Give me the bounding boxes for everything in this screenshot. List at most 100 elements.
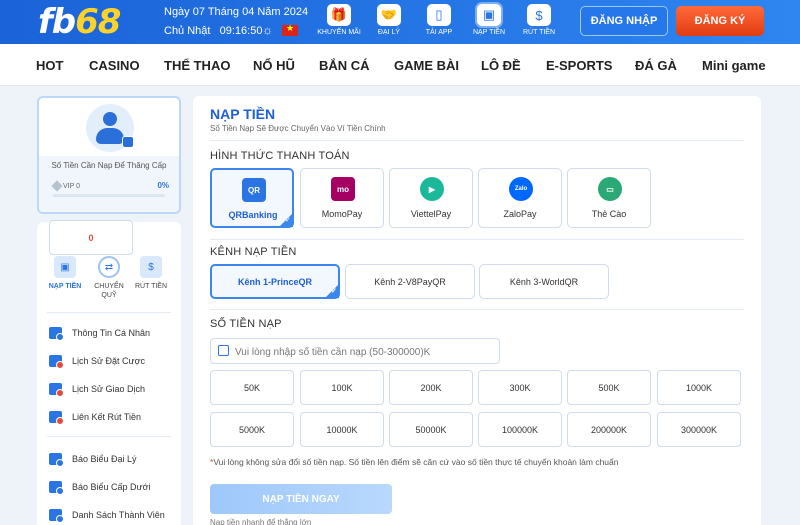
amount-option-300k[interactable]: 300K xyxy=(478,370,562,405)
sidebar-item-agent-report[interactable]: Báo Biểu Đại Lý xyxy=(49,453,137,467)
nav-item-card-games[interactable]: GAME BÀI xyxy=(394,58,459,73)
edit-avatar-icon[interactable] xyxy=(122,136,134,148)
sidebar-item-bet-history[interactable]: Lịch Sử Đặt Cược xyxy=(49,355,145,369)
deposit-note: *Vui lòng không sửa đổi số tiền nạp. Số … xyxy=(210,457,618,467)
bet-history-icon xyxy=(49,355,64,369)
sidebar-action-transfer[interactable]: ⇄ CHUYỂN QUỸ xyxy=(89,256,129,300)
sun-icon: ☼ xyxy=(262,23,273,37)
channel-label: Kênh 3-WorldQR xyxy=(509,276,579,287)
payment-method-momopay[interactable]: mo MomoPay xyxy=(300,168,384,228)
amount-option-10000k[interactable]: 10000K xyxy=(300,412,384,447)
upgrade-requirement-text: Số Tiền Cần Nạp Để Thăng Cấp xyxy=(51,161,167,170)
sidebar-item-member-list[interactable]: Danh Sách Thành Viên xyxy=(49,509,165,523)
sidebar-item-profile[interactable]: Thông Tin Cá Nhân xyxy=(49,327,150,341)
selected-check-icon xyxy=(279,213,293,227)
channel-1-button[interactable]: Kênh 1-PrinceQR xyxy=(210,264,340,299)
sidebar-item-label: Lịch Sử Đặt Cược xyxy=(72,356,145,366)
quicklink-promotions[interactable]: 🎁 KHUYẾN MÃI xyxy=(314,4,364,36)
amount-option-200000k[interactable]: 200000K xyxy=(567,412,651,447)
bank-link-icon xyxy=(49,411,64,425)
vip-progress-percent: 0% xyxy=(157,181,169,190)
quicklink-download-app[interactable]: ▯ TẢI APP xyxy=(414,4,464,36)
money-icon xyxy=(218,345,229,356)
sidebar-item-label: Danh Sách Thành Viên xyxy=(72,510,165,520)
channel-3-button[interactable]: Kênh 3-WorldQR xyxy=(479,264,609,299)
amount-input-wrapper xyxy=(210,338,500,364)
section-divider xyxy=(210,309,744,310)
transaction-history-icon xyxy=(49,383,64,397)
quicklink-deposit[interactable]: ▣ NẠP TIỀN xyxy=(464,4,514,36)
quicklink-label: ĐẠI LÝ xyxy=(377,29,401,36)
amount-option-5000k[interactable]: 5000K xyxy=(210,412,294,447)
payment-method-label: ZaloPay xyxy=(503,209,537,219)
payment-method-label: ViettelPay xyxy=(410,209,452,219)
amount-option-50000k[interactable]: 50000K xyxy=(389,412,473,447)
account-sidebar: 0 ↻ ▣ NẠP TIỀN ⇄ CHUYỂN QUỸ $ RÚT TIỀN T… xyxy=(37,220,181,525)
momo-logo-icon: mo xyxy=(331,177,355,201)
nav-item-slots[interactable]: NỔ HŨ xyxy=(253,58,295,73)
balance-amount: 0 xyxy=(49,220,133,255)
channel-heading: KÊNH NẠP TIỀN xyxy=(210,246,297,258)
vietnam-flag-icon[interactable] xyxy=(282,23,298,36)
vip-label: VIP 0 xyxy=(63,182,80,190)
wallet-icon: ▣ xyxy=(54,256,76,278)
sidebar-item-withdraw-link[interactable]: Liên Kết Rút Tiền xyxy=(49,411,141,425)
nav-item-minigame[interactable]: Mini game xyxy=(702,58,766,73)
action-label: NẠP TIỀN xyxy=(48,283,82,290)
nav-item-cockfight[interactable]: ĐÁ GÀ xyxy=(635,58,677,73)
qr-code-icon: QR xyxy=(242,178,266,202)
nav-item-casino[interactable]: CASINO xyxy=(89,58,140,73)
payment-method-zalopay[interactable]: Zalo ZaloPay xyxy=(478,168,562,228)
amount-option-1000k[interactable]: 1000K xyxy=(657,370,741,405)
nav-item-fishing[interactable]: BẮN CÁ xyxy=(319,58,370,73)
payment-method-qrbanking[interactable]: QR QRBanking xyxy=(210,168,294,228)
amount-option-100k[interactable]: 100K xyxy=(300,370,384,405)
nav-item-sports[interactable]: THỂ THAO xyxy=(164,58,230,73)
sidebar-action-withdraw[interactable]: $ RÚT TIỀN xyxy=(131,256,171,291)
amount-option-100000k[interactable]: 100000K xyxy=(478,412,562,447)
money-bag-icon: $ xyxy=(140,256,162,278)
logo-number-text: 68 xyxy=(75,2,121,42)
amount-option-200k[interactable]: 200K xyxy=(389,370,473,405)
avatar[interactable] xyxy=(86,104,134,152)
payment-method-scratch-card[interactable]: ▭ Thẻ Cào xyxy=(567,168,651,228)
channel-2-button[interactable]: Kênh 2-V8PayQR xyxy=(345,264,475,299)
payment-method-heading: HÌNH THỨC THANH TOÁN xyxy=(210,150,350,162)
amount-option-50k[interactable]: 50K xyxy=(210,370,294,405)
login-button[interactable]: ĐĂNG NHẬP xyxy=(580,6,668,36)
amount-input[interactable] xyxy=(235,342,495,362)
deposit-now-button[interactable]: NẠP TIỀN NGAY xyxy=(210,484,392,514)
register-button[interactable]: ĐĂNG KÝ xyxy=(676,6,764,36)
amount-option-300000k[interactable]: 300000K xyxy=(657,412,741,447)
page-subtitle: Số Tiền Nạp Sẽ Được Chuyển Vào Ví Tiền C… xyxy=(210,124,386,133)
sidebar-action-deposit[interactable]: ▣ NẠP TIỀN xyxy=(45,256,85,291)
nav-item-hot[interactable]: HOT xyxy=(36,58,63,73)
viettelpay-logo-icon: ▶ xyxy=(420,177,444,201)
avatar-body xyxy=(96,128,124,144)
phone-icon: ▯ xyxy=(427,4,451,26)
date-line: Ngày 07 Tháng 04 Năm 2024 xyxy=(164,6,309,18)
day-time: Chủ Nhật 09:16:50 xyxy=(164,25,263,37)
gift-icon: 🎁 xyxy=(327,4,351,26)
site-logo[interactable]: fb68 xyxy=(38,2,121,42)
section-divider xyxy=(210,239,744,240)
avatar-head xyxy=(103,112,117,126)
nav-item-lottery[interactable]: LÔ ĐỀ xyxy=(481,58,521,73)
payment-method-viettelpay[interactable]: ▶ ViettelPay xyxy=(389,168,473,228)
payment-method-label: Thẻ Cào xyxy=(591,209,627,219)
quicklink-withdraw[interactable]: $ RÚT TIỀN xyxy=(514,4,564,36)
nav-item-esports[interactable]: E-SPORTS xyxy=(546,58,612,73)
sidebar-item-transaction-history[interactable]: Lịch Sử Giao Dịch xyxy=(49,383,145,397)
transfer-icon: ⇄ xyxy=(98,256,120,278)
quicklink-label: KHUYẾN MÃI xyxy=(317,29,361,36)
profile-card: Số Tiền Cần Nạp Để Thăng Cấp VIP 0 0% xyxy=(37,96,181,214)
note-text: Vui lòng không sửa đổi số tiền nạp. Số t… xyxy=(213,457,619,467)
sidebar-item-subordinate-report[interactable]: Báo Biểu Cấp Dưới xyxy=(49,481,150,495)
card-icon: ▭ xyxy=(598,177,622,201)
amount-option-500k[interactable]: 500K xyxy=(567,370,651,405)
zalopay-logo-icon: Zalo xyxy=(509,177,533,201)
sidebar-divider xyxy=(47,312,171,313)
page-title: NẠP TIỀN xyxy=(210,106,276,122)
channel-label: Kênh 2-V8PayQR xyxy=(374,276,446,287)
quicklink-agent[interactable]: 🤝 ĐẠI LÝ xyxy=(364,4,414,36)
